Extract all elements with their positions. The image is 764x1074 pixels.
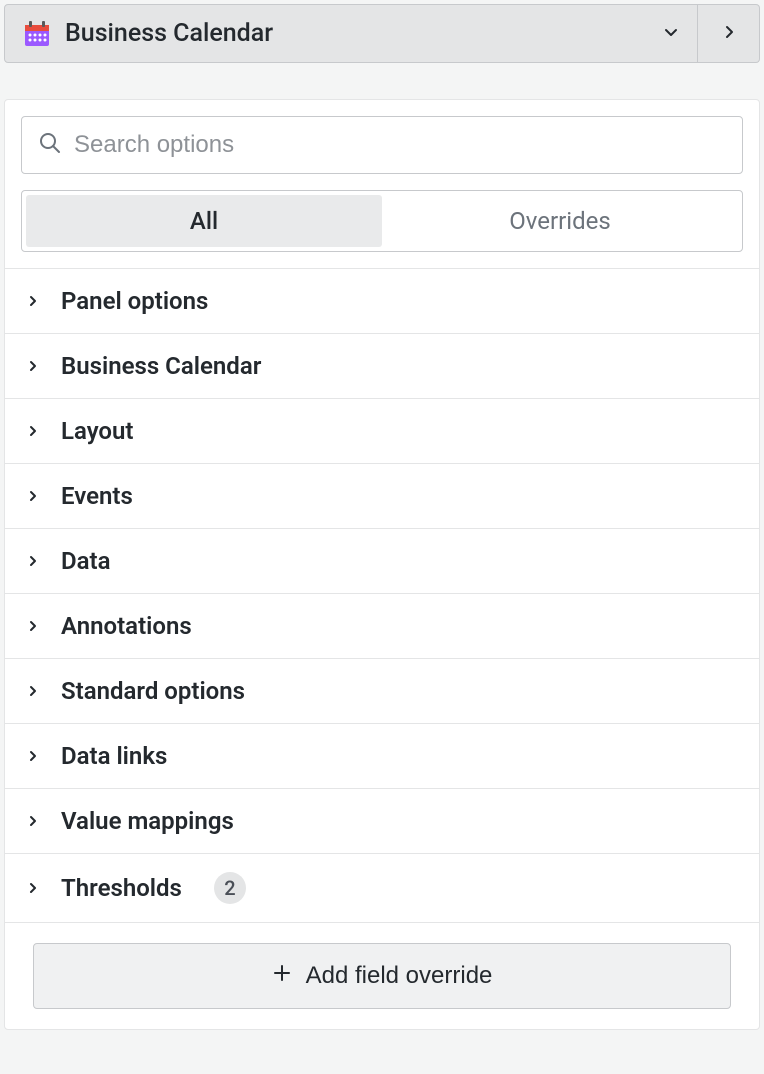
chevron-right-icon <box>27 422 39 441</box>
section-label: Standard options <box>61 677 245 705</box>
chevron-right-icon <box>27 292 39 311</box>
add-field-override-button[interactable]: Add field override <box>33 943 731 1009</box>
section-row[interactable]: Business Calendar <box>5 334 759 399</box>
section-row[interactable]: Annotations <box>5 594 759 659</box>
chevron-right-icon <box>721 24 737 44</box>
plus-icon <box>272 962 292 990</box>
chevron-down-icon <box>663 24 679 44</box>
chevron-right-icon <box>27 617 39 636</box>
section-row[interactable]: Panel options <box>5 269 759 334</box>
add-override-label: Add field override <box>306 962 493 990</box>
section-label: Thresholds <box>61 874 182 902</box>
chevron-right-icon <box>27 357 39 376</box>
chevron-right-icon <box>27 552 39 571</box>
section-label: Layout <box>61 417 133 445</box>
search-input[interactable] <box>74 131 726 159</box>
section-label: Business Calendar <box>61 352 261 380</box>
section-row[interactable]: Thresholds 2 <box>5 854 759 923</box>
section-row[interactable]: Data <box>5 529 759 594</box>
count-badge: 2 <box>214 872 246 904</box>
section-list: Panel options Business Calendar Layout Even… <box>5 268 759 923</box>
search-icon <box>38 131 62 159</box>
panel-type-selector[interactable]: Business Calendar <box>4 4 698 63</box>
section-row[interactable]: Value mappings <box>5 789 759 854</box>
section-label: Annotations <box>61 612 192 640</box>
section-label: Value mappings <box>61 807 234 835</box>
chevron-right-icon <box>27 879 39 898</box>
panel-title: Business Calendar <box>65 19 273 48</box>
tab-group: All Overrides <box>21 190 743 252</box>
options-panel: All Overrides Panel options Business Cale… <box>4 99 760 1030</box>
section-row[interactable]: Events <box>5 464 759 529</box>
tab-all[interactable]: All <box>26 195 382 247</box>
chevron-right-icon <box>27 682 39 701</box>
collapse-panel-button[interactable] <box>698 4 760 63</box>
chevron-right-icon <box>27 747 39 766</box>
section-label: Data <box>61 547 110 575</box>
section-label: Events <box>61 482 133 510</box>
tab-overrides[interactable]: Overrides <box>382 195 738 247</box>
section-row[interactable]: Data links <box>5 724 759 789</box>
section-label: Panel options <box>61 287 208 315</box>
section-label: Data links <box>61 742 167 770</box>
chevron-right-icon <box>27 487 39 506</box>
calendar-icon <box>23 20 51 48</box>
search-wrapper <box>21 116 743 174</box>
chevron-right-icon <box>27 812 39 831</box>
section-row[interactable]: Layout <box>5 399 759 464</box>
section-row[interactable]: Standard options <box>5 659 759 724</box>
